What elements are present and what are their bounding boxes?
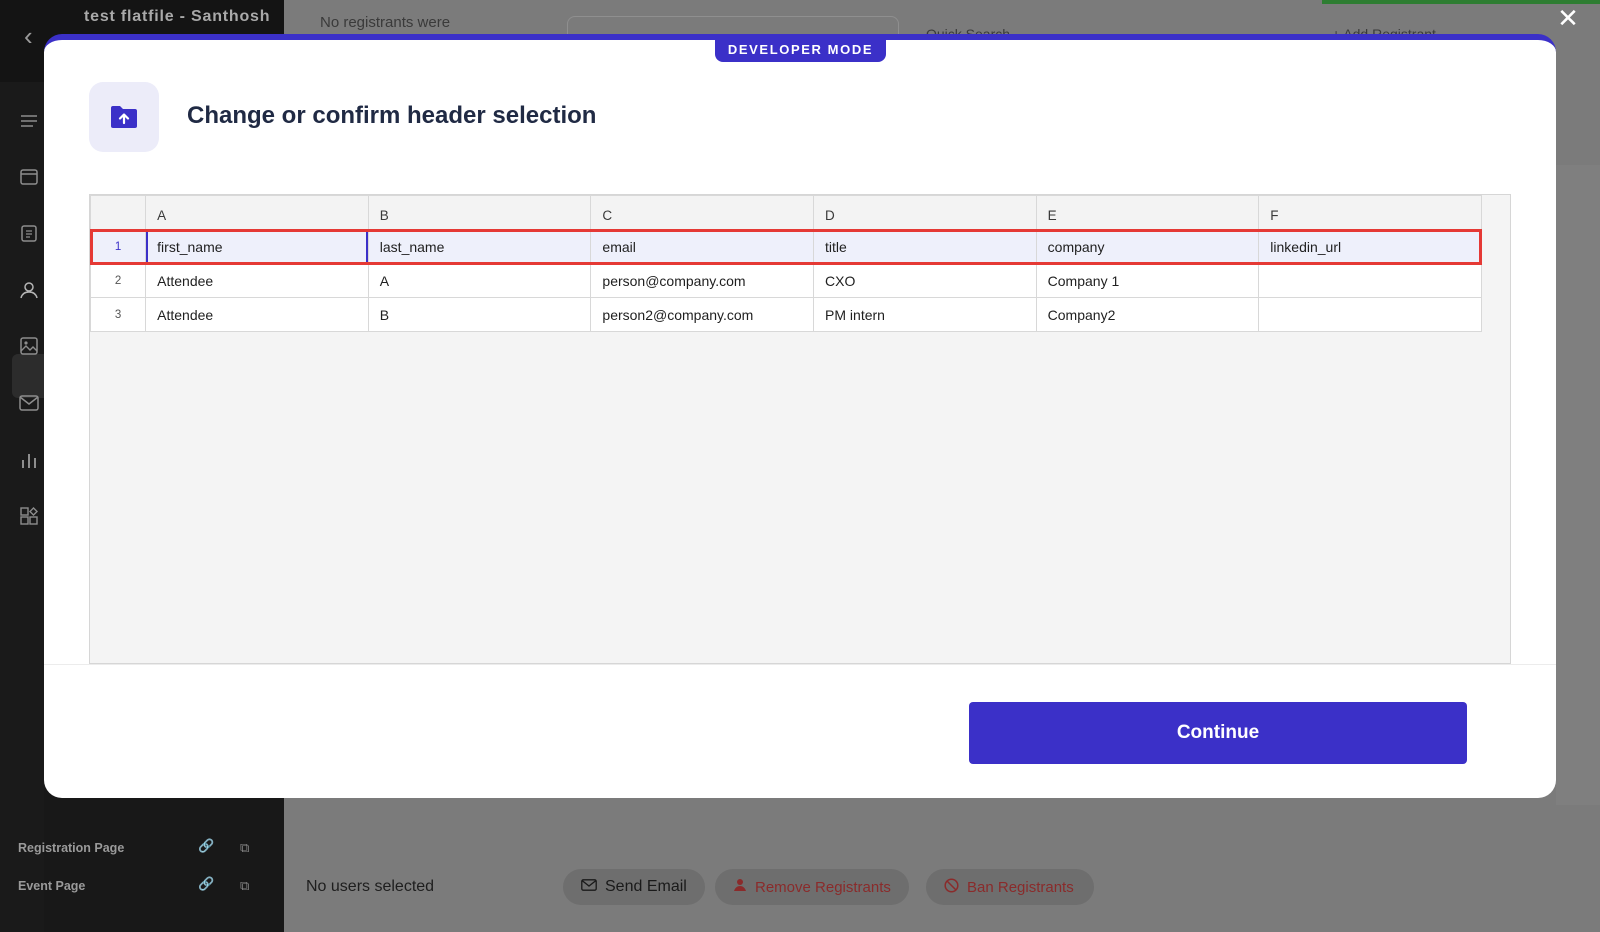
- table-cell[interactable]: Company2: [1035, 297, 1260, 332]
- bar-chart-icon[interactable]: [18, 449, 40, 471]
- table-cell[interactable]: email: [590, 229, 815, 264]
- right-panel: [1556, 165, 1600, 805]
- table-cell[interactable]: PM intern: [813, 297, 1037, 332]
- row-number[interactable]: 1: [89, 229, 147, 264]
- modal-title: Change or confirm header selection: [187, 102, 597, 129]
- ban-registrants-button[interactable]: Ban Registrants: [926, 869, 1094, 905]
- copy-icon[interactable]: ⧉: [240, 840, 249, 856]
- link-icon[interactable]: 🔗: [198, 876, 214, 892]
- table-cell[interactable]: [1258, 263, 1482, 298]
- data-grid: A B C D E F 1 first_name last_name email…: [89, 194, 1511, 664]
- window-icon[interactable]: [18, 166, 40, 188]
- table-cell[interactable]: person2@company.com: [590, 297, 815, 332]
- event-title: test flatfile - Santhosh: [84, 8, 271, 25]
- table-cell[interactable]: Company 1: [1035, 263, 1260, 298]
- column-header[interactable]: C: [590, 195, 815, 230]
- registrants-message: No registrants were: [320, 14, 451, 31]
- apps-icon[interactable]: [18, 505, 40, 527]
- table-cell[interactable]: Attendee: [145, 263, 369, 298]
- column-header[interactable]: E: [1035, 195, 1260, 230]
- send-email-label: Send Email: [605, 878, 687, 895]
- registration-page-link[interactable]: Registration Page: [18, 841, 124, 855]
- table-cell[interactable]: [1258, 297, 1482, 332]
- preview-table: A B C D E F 1 first_name last_name email…: [89, 195, 1482, 332]
- menu-icon[interactable]: [18, 110, 40, 132]
- user-icon[interactable]: [18, 279, 40, 301]
- ban-registrants-label: Ban Registrants: [967, 878, 1074, 896]
- remove-registrants-label: Remove Registrants: [755, 878, 891, 896]
- close-icon[interactable]: ✕: [1556, 5, 1580, 31]
- header-selection-modal: Change or confirm header selection A B C…: [44, 34, 1556, 798]
- table-cell[interactable]: CXO: [813, 263, 1037, 298]
- column-header-row: A B C D E F: [89, 195, 1482, 230]
- remove-registrants-button[interactable]: Remove Registrants: [715, 869, 909, 905]
- column-header[interactable]: D: [813, 195, 1037, 230]
- table-cell[interactable]: B: [367, 297, 592, 332]
- row-number[interactable]: 3: [89, 297, 147, 332]
- table-row-selected-header[interactable]: 1 first_name last_name email title compa…: [89, 229, 1482, 264]
- event-page-link[interactable]: Event Page: [18, 879, 85, 893]
- link-icon[interactable]: 🔗: [198, 838, 214, 854]
- table-cell[interactable]: company: [1035, 229, 1260, 264]
- table-row[interactable]: 3 Attendee B person2@company.com PM inte…: [89, 297, 1482, 332]
- row-number[interactable]: 2: [89, 263, 147, 298]
- continue-button[interactable]: Continue: [969, 702, 1467, 764]
- clipboard-icon[interactable]: [18, 222, 40, 244]
- remove-user-icon: [733, 878, 747, 896]
- table-cell[interactable]: title: [813, 229, 1037, 264]
- selection-status: No users selected: [306, 878, 435, 895]
- column-header[interactable]: A: [145, 195, 369, 230]
- back-chevron-icon[interactable]: ‹: [24, 22, 46, 50]
- folder-upload-icon: [89, 82, 159, 152]
- table-cell[interactable]: Attendee: [145, 297, 369, 332]
- column-header[interactable]: F: [1258, 195, 1482, 230]
- icon-rail: [0, 82, 44, 932]
- image-icon[interactable]: [18, 335, 40, 357]
- mail-icon: [581, 878, 597, 896]
- copy-icon[interactable]: ⧉: [240, 878, 249, 894]
- table-cell[interactable]: A: [367, 263, 592, 298]
- send-email-button[interactable]: Send Email: [563, 869, 705, 905]
- corner-cell: [89, 195, 147, 230]
- table-cell[interactable]: last_name: [367, 229, 592, 264]
- mail-icon[interactable]: [18, 392, 40, 414]
- table-cell[interactable]: linkedin_url: [1258, 229, 1482, 264]
- table-cell[interactable]: person@company.com: [590, 263, 815, 298]
- developer-mode-badge: DEVELOPER MODE: [715, 36, 886, 62]
- footer-divider: [44, 664, 1556, 665]
- table-row[interactable]: 2 Attendee A person@company.com CXO Comp…: [89, 263, 1482, 298]
- column-header[interactable]: B: [367, 195, 592, 230]
- table-cell[interactable]: first_name: [145, 229, 369, 264]
- ban-icon: [944, 877, 959, 897]
